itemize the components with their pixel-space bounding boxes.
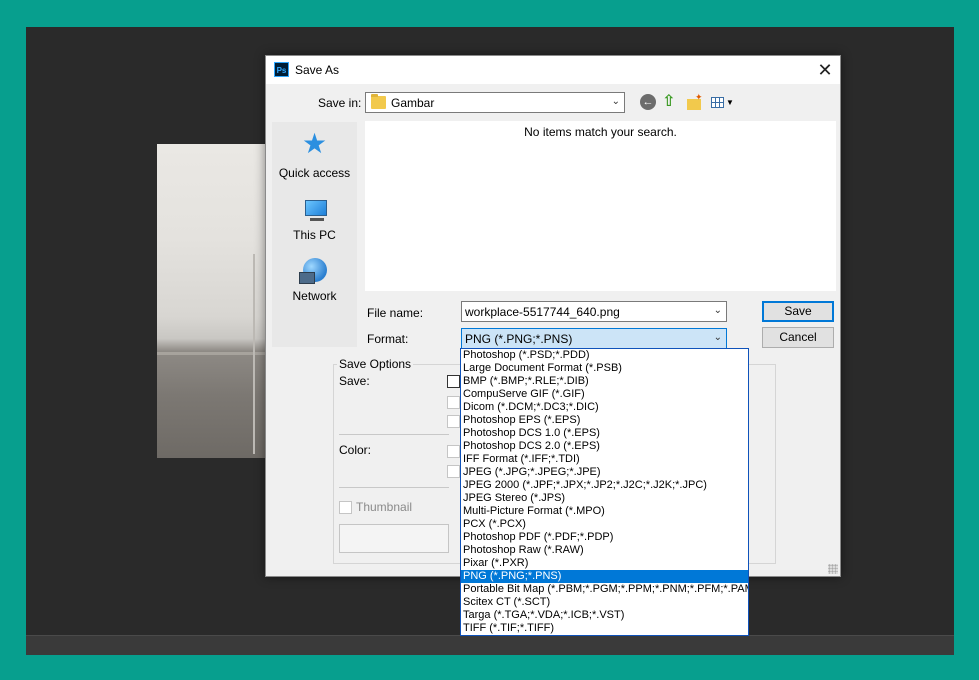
- format-label: Format:: [367, 332, 409, 346]
- file-name-label: File name:: [367, 306, 424, 320]
- format-option[interactable]: PCX (*.PCX): [461, 518, 748, 531]
- chevron-down-icon: ⌄: [713, 305, 722, 316]
- file-list[interactable]: No items match your search.: [365, 121, 836, 291]
- place-label: Network: [292, 289, 337, 303]
- color-label: Color:: [339, 443, 372, 457]
- place-quick-access[interactable]: ★ Quick access: [272, 130, 357, 185]
- format-option[interactable]: CompuServe GIF (*.GIF): [461, 388, 748, 401]
- options-divider: [339, 434, 449, 435]
- dialog-title: Save As: [295, 63, 340, 77]
- format-option[interactable]: BMP (*.BMP;*.RLE;*.DIB): [461, 375, 748, 388]
- format-option[interactable]: Portable Bit Map (*.PBM;*.PGM;*.PPM;*.PN…: [461, 583, 748, 596]
- save-options-title: Save Options: [337, 357, 414, 371]
- format-option[interactable]: Photoshop DCS 1.0 (*.EPS): [461, 427, 748, 440]
- format-dropdown-list[interactable]: Photoshop (*.PSD;*.PDD) Large Document Fo…: [460, 348, 749, 636]
- format-option[interactable]: Multi-Picture Format (*.MPO): [461, 505, 748, 518]
- options-field: [339, 524, 449, 553]
- format-option[interactable]: IFF Format (*.IFF;*.TDI): [461, 453, 748, 466]
- save-in-label: Save in:: [318, 96, 362, 110]
- format-option[interactable]: Photoshop EPS (*.EPS): [461, 414, 748, 427]
- close-icon[interactable]: ✕: [810, 56, 840, 84]
- format-option[interactable]: Photoshop DCS 2.0 (*.EPS): [461, 440, 748, 453]
- up-folder-icon[interactable]: ⇧: [662, 94, 680, 112]
- back-icon[interactable]: ←: [640, 94, 656, 110]
- format-option[interactable]: Large Document Format (*.PSB): [461, 362, 748, 375]
- format-option[interactable]: JPEG Stereo (*.JPS): [461, 492, 748, 505]
- document-canvas-image: [157, 144, 267, 458]
- view-menu-icon[interactable]: ▼: [710, 94, 734, 112]
- workspace-status-bar: [26, 635, 954, 655]
- save-button[interactable]: Save: [762, 301, 834, 322]
- format-option[interactable]: JPEG (*.JPG;*.JPEG;*.JPE): [461, 466, 748, 479]
- chevron-down-icon: ▼: [726, 98, 734, 107]
- photoshop-app-icon: Ps: [274, 62, 289, 77]
- dialog-titlebar: Ps Save As ✕: [266, 56, 840, 84]
- view-grid-icon: [711, 97, 724, 108]
- save-in-combo[interactable]: Gambar ⌄: [365, 92, 625, 113]
- place-label: Quick access: [278, 166, 351, 180]
- empty-message: No items match your search.: [524, 125, 677, 139]
- format-option[interactable]: PNG (*.PNG;*.PNS): [461, 570, 748, 583]
- thumbnail-checkbox[interactable]: [339, 501, 352, 514]
- chevron-down-icon: ⌄: [713, 332, 722, 343]
- places-bar: ★ Quick access This PC Network: [272, 122, 357, 347]
- format-option[interactable]: Scitex CT (*.SCT): [461, 596, 748, 609]
- cancel-button[interactable]: Cancel: [762, 327, 834, 348]
- save-option-checkbox[interactable]: [447, 396, 460, 409]
- format-option[interactable]: Photoshop (*.PSD;*.PDD): [461, 349, 748, 362]
- format-option[interactable]: TIFF (*.TIF;*.TIFF): [461, 622, 748, 635]
- new-folder-icon[interactable]: [686, 92, 704, 112]
- save-in-value: Gambar: [391, 96, 435, 110]
- format-option[interactable]: Dicom (*.DCM;*.DC3;*.DIC): [461, 401, 748, 414]
- save-option-checkbox[interactable]: [447, 415, 460, 428]
- format-option[interactable]: Photoshop Raw (*.RAW): [461, 544, 748, 557]
- file-name-value: workplace-5517744_640.png: [465, 305, 620, 319]
- color-option-checkbox[interactable]: [447, 465, 460, 478]
- file-name-input[interactable]: workplace-5517744_640.png ⌄: [461, 301, 727, 322]
- network-icon: [299, 258, 327, 284]
- color-option-checkbox[interactable]: [447, 445, 460, 458]
- save-label: Save:: [339, 374, 370, 388]
- format-option[interactable]: Pixar (*.PXR): [461, 557, 748, 570]
- place-label: This PC: [293, 228, 336, 242]
- star-icon: ★: [302, 128, 328, 159]
- place-this-pc[interactable]: This PC: [272, 198, 357, 253]
- place-network[interactable]: Network: [272, 258, 357, 313]
- format-option[interactable]: Targa (*.TGA;*.VDA;*.ICB;*.VST): [461, 609, 748, 622]
- computer-icon: [305, 200, 327, 221]
- save-option-checkbox[interactable]: [447, 375, 460, 388]
- resize-grip-icon[interactable]: [828, 564, 838, 574]
- format-value: PNG (*.PNG;*.PNS): [465, 332, 573, 346]
- chevron-down-icon: ⌄: [611, 96, 620, 107]
- format-combo[interactable]: PNG (*.PNG;*.PNS) ⌄: [461, 328, 727, 349]
- format-option[interactable]: Photoshop PDF (*.PDF;*.PDP): [461, 531, 748, 544]
- format-option[interactable]: JPEG 2000 (*.JPF;*.JPX;*.JP2;*.J2C;*.J2K…: [461, 479, 748, 492]
- options-divider: [339, 487, 449, 488]
- thumbnail-label: Thumbnail: [356, 500, 413, 514]
- folder-icon: [371, 94, 386, 109]
